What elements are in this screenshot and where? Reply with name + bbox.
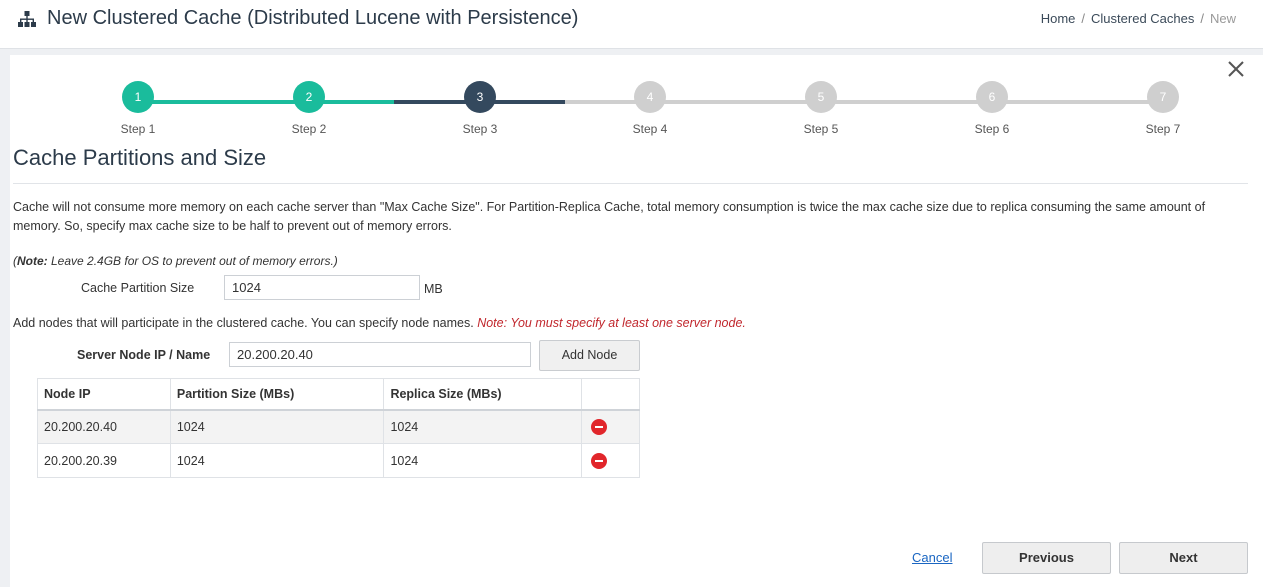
step-2-circle[interactable]: 2: [293, 81, 325, 113]
step-3-circle[interactable]: 3: [464, 81, 496, 113]
remove-node-icon[interactable]: [591, 452, 608, 469]
note-text: Leave 2.4GB for OS to prevent out of mem…: [47, 254, 338, 268]
cell-replica-size: 1024: [383, 409, 583, 444]
add-node-button[interactable]: Add Node: [539, 340, 640, 371]
server-node-input[interactable]: [229, 342, 531, 367]
note-label: Note:: [17, 254, 48, 268]
step-4-circle[interactable]: 4: [634, 81, 666, 113]
memory-note: (Note: Leave 2.4GB for OS to prevent out…: [13, 254, 338, 268]
cancel-link[interactable]: Cancel: [912, 550, 952, 565]
step-7-label: Step 7: [1145, 122, 1181, 136]
step-2-label: Step 2: [291, 122, 327, 136]
nodes-table: Node IP Partition Size (MBs) Replica Siz…: [37, 378, 640, 478]
column-header-node-ip: Node IP: [37, 378, 171, 411]
cell-replica-size: 1024: [383, 443, 583, 478]
step-3-label: Step 3: [462, 122, 498, 136]
step-6-label: Step 6: [974, 122, 1010, 136]
table-header-row: Node IP Partition Size (MBs) Replica Siz…: [37, 378, 640, 411]
remove-node-icon[interactable]: [591, 418, 608, 435]
step-4-label: Step 4: [632, 122, 668, 136]
cell-node-ip: 20.200.20.39: [37, 443, 171, 478]
cell-actions: [581, 443, 640, 478]
add-nodes-warning: Note: You must specify at least one serv…: [477, 316, 746, 330]
step-5-label: Step 5: [803, 122, 839, 136]
partition-size-unit: MB: [424, 282, 443, 296]
step-5-circle[interactable]: 5: [805, 81, 837, 113]
step-1-label: Step 1: [120, 122, 156, 136]
next-button[interactable]: Next: [1119, 542, 1248, 574]
partition-size-input[interactable]: [224, 275, 420, 300]
cell-partition-size: 1024: [169, 443, 385, 478]
step-6-circle[interactable]: 6: [976, 81, 1008, 113]
column-header-actions: [581, 378, 640, 411]
server-node-label: Server Node IP / Name: [77, 348, 211, 362]
step-connector: [138, 100, 309, 104]
section-heading: Cache Partitions and Size: [13, 145, 267, 170]
add-nodes-text: Add nodes that will participate in the c…: [13, 316, 474, 330]
section-description: Cache will not consume more memory on ea…: [13, 200, 1206, 233]
column-header-partition-size: Partition Size (MBs): [169, 378, 385, 411]
add-nodes-description: Add nodes that will participate in the c…: [13, 316, 746, 330]
previous-button[interactable]: Previous: [982, 542, 1111, 574]
step-1-circle[interactable]: 1: [122, 81, 154, 113]
partition-size-label: Cache Partition Size: [81, 281, 195, 295]
divider: [13, 183, 1248, 184]
step-7-circle[interactable]: 7: [1147, 81, 1179, 113]
table-row: 20.200.20.39 1024 1024: [37, 443, 640, 478]
table-row: 20.200.20.40 1024 1024: [37, 409, 640, 444]
column-header-replica-size: Replica Size (MBs): [383, 378, 583, 411]
cell-actions: [581, 409, 640, 444]
wizard-stepper: 1 2 3 4 5 6 7 Step 1 Step 2 Step 3 Step …: [0, 0, 1263, 145]
cell-node-ip: 20.200.20.40: [37, 409, 171, 444]
cell-partition-size: 1024: [169, 409, 385, 444]
